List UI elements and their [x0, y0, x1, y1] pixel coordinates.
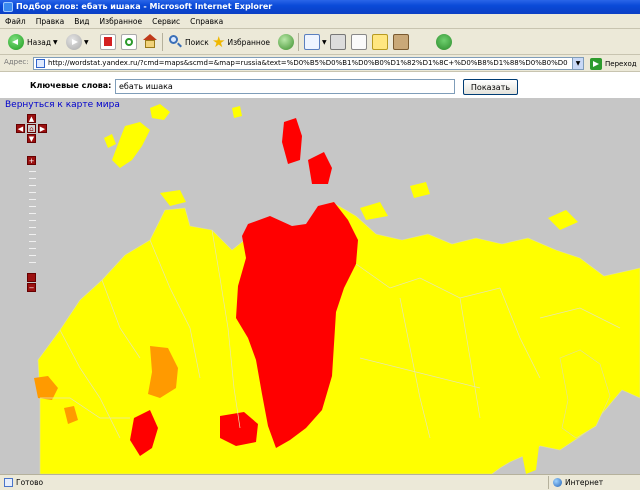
keyword-search-form: Ключевые слова: Показать	[0, 72, 640, 98]
zoom-in-button[interactable]: +	[27, 156, 36, 165]
menu-favorites[interactable]: Избранное	[95, 14, 148, 29]
zoom-slider[interactable]	[29, 171, 36, 271]
back-arrow-icon	[8, 34, 24, 50]
stop-button[interactable]	[100, 32, 116, 52]
status-text: Готово	[16, 478, 44, 487]
go-label: Переход	[605, 59, 637, 68]
pan-right-button[interactable]: ▶	[38, 124, 47, 133]
forward-button[interactable]: ▼	[66, 32, 89, 52]
browser-window: Подбор слов: ебать ишака - Microsoft Int…	[0, 0, 640, 490]
star-icon: ★	[212, 33, 226, 51]
discuss-button[interactable]	[372, 32, 388, 52]
pan-up-button[interactable]: ▲	[27, 114, 36, 123]
forward-dropdown-icon[interactable]: ▼	[84, 39, 89, 46]
page-icon	[36, 59, 45, 68]
security-zone: Интернет	[548, 476, 603, 489]
address-bar: Адрес: http://wordstat.yandex.ru/?cmd=ma…	[0, 55, 640, 72]
keywords-label: Ключевые слова:	[30, 81, 112, 90]
back-to-world-map-link[interactable]: Вернуться к карте мира	[5, 100, 120, 110]
search-button[interactable]: Поиск	[167, 32, 209, 52]
keywords-input[interactable]	[115, 79, 455, 94]
pan-home-button[interactable]: ⌂	[27, 124, 36, 133]
history-button[interactable]	[278, 32, 294, 52]
note-icon	[372, 34, 388, 50]
favorites-button[interactable]: ★ Избранное	[212, 32, 270, 52]
go-button[interactable]: Переход	[590, 57, 637, 70]
menu-file[interactable]: Файл	[0, 14, 31, 29]
menu-view[interactable]: Вид	[69, 14, 94, 29]
map-red-taymyr-north[interactable]	[282, 118, 302, 164]
home-icon	[142, 34, 158, 50]
russia-map[interactable]	[0, 98, 640, 474]
forward-arrow-icon	[66, 34, 82, 50]
search-label: Поиск	[185, 37, 209, 47]
title-bar: Подбор слов: ебать ишака - Microsoft Int…	[0, 0, 640, 14]
history-icon	[278, 34, 294, 50]
page-content: Ключевые слова: Показать	[0, 72, 640, 474]
address-dropdown-icon[interactable]: ▼	[572, 58, 583, 69]
research-button[interactable]	[393, 32, 409, 52]
show-button[interactable]: Показать	[463, 79, 518, 95]
edit-button[interactable]	[351, 32, 367, 52]
refresh-icon	[121, 34, 137, 50]
print-icon	[330, 34, 346, 50]
region-map[interactable]: Вернуться к карте мира ▲ ◀ ⌂ ▶ ▼ + −	[0, 98, 640, 474]
address-url[interactable]: http://wordstat.yandex.ru/?cmd=maps&scmd…	[48, 58, 568, 69]
back-label: Назад	[27, 37, 52, 47]
mail-icon	[304, 34, 320, 50]
map-yellow-novaya-zemlya[interactable]	[112, 122, 150, 168]
messenger-icon	[436, 34, 452, 50]
toolbar-separator	[298, 33, 299, 51]
menu-edit[interactable]: Правка	[31, 14, 70, 29]
status-bar: Готово Интернет	[0, 474, 640, 490]
pan-left-button[interactable]: ◀	[16, 124, 25, 133]
refresh-button[interactable]	[121, 32, 137, 52]
address-label: Адрес:	[4, 58, 29, 66]
map-red-severnaya-zemlya[interactable]	[308, 152, 332, 184]
go-arrow-icon	[590, 57, 602, 70]
toolbar: Назад ▼ ▼ Поиск ★ Избранное ▼	[0, 29, 640, 55]
print-button[interactable]	[330, 32, 346, 52]
toolbar-separator	[162, 33, 163, 51]
zone-label: Интернет	[565, 478, 604, 487]
back-button[interactable]: Назад ▼	[8, 32, 58, 52]
ie-icon	[3, 2, 13, 12]
page-done-icon	[4, 478, 13, 487]
menu-bar: Файл Правка Вид Избранное Сервис Справка	[0, 14, 640, 29]
zoom-level-handle[interactable]	[27, 273, 36, 282]
mail-button[interactable]: ▼	[304, 32, 327, 52]
stop-icon	[100, 34, 116, 50]
messenger-button[interactable]	[436, 32, 452, 52]
mail-dropdown-icon[interactable]: ▼	[322, 39, 327, 46]
globe-icon	[553, 478, 562, 487]
research-icon	[393, 34, 409, 50]
back-dropdown-icon[interactable]: ▼	[53, 39, 58, 46]
menu-help[interactable]: Справка	[185, 14, 228, 29]
window-title: Подбор слов: ебать ишака - Microsoft Int…	[16, 2, 273, 11]
zoom-out-button[interactable]: −	[27, 283, 36, 292]
search-icon	[167, 34, 183, 50]
edit-page-icon	[351, 34, 367, 50]
pan-down-button[interactable]: ▼	[27, 134, 36, 143]
address-field[interactable]: http://wordstat.yandex.ru/?cmd=maps&scmd…	[33, 57, 584, 70]
home-button[interactable]	[142, 32, 158, 52]
menu-tools[interactable]: Сервис	[147, 14, 185, 29]
favorites-label: Избранное	[227, 37, 271, 47]
